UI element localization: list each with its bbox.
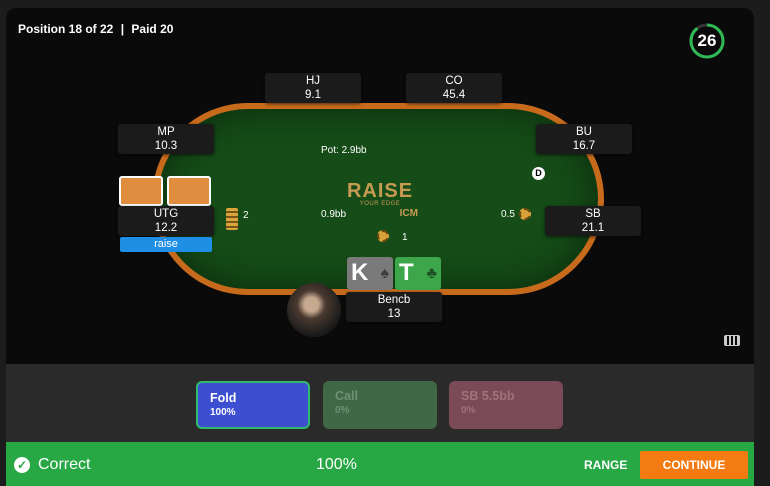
hero-chip-icon: [377, 230, 389, 242]
center-bet: 0.9bb: [321, 209, 347, 220]
dealer-button-icon: D: [532, 167, 545, 180]
timer-value: 26: [697, 31, 717, 50]
club-icon: ♣: [426, 265, 438, 282]
utg-card-back: [167, 176, 211, 206]
tournament-info: Position 18 of 22 | Paid 20: [18, 22, 173, 36]
seat-utg: UTG 12.2: [118, 206, 214, 236]
separator: |: [120, 22, 125, 36]
hero-bet: 1: [402, 232, 408, 243]
spade-icon: ♠: [380, 265, 390, 282]
seat-hero: Bencb 13: [346, 292, 442, 322]
utg-bet: 2: [243, 210, 249, 221]
hero-card-2: T ♣: [395, 257, 441, 290]
raise-logo: RAISE YOUR EDGE ICM: [346, 180, 418, 219]
utg-action-badge: raise: [120, 237, 212, 252]
fold-button[interactable]: Fold 100%: [196, 381, 310, 429]
check-icon: ✓: [14, 457, 30, 473]
raise-button[interactable]: SB 5.5bb 0%: [449, 381, 563, 429]
seat-hj: HJ 9.1: [265, 73, 361, 103]
result-bar: ✓ Correct 100% RANGE CONTINUE: [6, 442, 754, 486]
seat-mp: MP 10.3: [118, 124, 214, 154]
chip-stack-icon: [226, 208, 238, 230]
action-bar: Fold 100% Call 0% SB 5.5bb 0%: [6, 364, 754, 442]
call-button[interactable]: Call 0%: [323, 381, 437, 429]
hero-avatar: [287, 283, 341, 337]
countdown-timer: 26: [688, 22, 726, 60]
pot-label: Pot: 2.9bb: [321, 145, 367, 156]
seat-bu: BU 16.7: [536, 124, 632, 154]
sb-chip-icon: [519, 208, 531, 220]
seat-sb: SB 21.1: [545, 206, 641, 236]
range-button[interactable]: RANGE: [584, 458, 627, 472]
keyboard-icon[interactable]: [724, 335, 740, 346]
paid-text: Paid 20: [131, 22, 174, 36]
result-label: Correct: [38, 456, 91, 473]
utg-card-back: [119, 176, 163, 206]
seat-co: CO 45.4: [406, 73, 502, 103]
position-text: Position 18 of 22: [18, 22, 114, 36]
result-percent: 100%: [316, 456, 357, 473]
continue-button[interactable]: CONTINUE: [640, 451, 748, 479]
sb-bet: 0.5: [501, 209, 515, 220]
hero-card-1: K ♠: [347, 257, 393, 290]
